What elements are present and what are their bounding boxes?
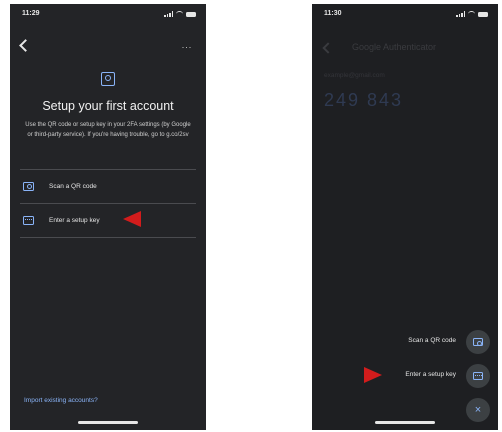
fab-scan-qr-label[interactable]: Scan a QR code bbox=[408, 337, 456, 344]
wifi-icon bbox=[176, 11, 183, 17]
divider bbox=[20, 203, 196, 204]
background-code: 249 843 bbox=[324, 90, 404, 110]
divider bbox=[20, 237, 196, 238]
screenshot-stage: 11:29 ··· Setup your first account Use t… bbox=[0, 0, 502, 432]
back-icon[interactable] bbox=[19, 39, 32, 52]
phone-screen-fab-menu: 11:30 Google Authenticator example@gmail… bbox=[312, 4, 498, 430]
divider bbox=[20, 169, 196, 170]
page-title: Setup your first account bbox=[42, 99, 174, 113]
keyboard-icon bbox=[473, 372, 483, 380]
home-indicator bbox=[375, 421, 435, 424]
enter-setup-key-label: Enter a setup key bbox=[49, 216, 100, 224]
close-icon: × bbox=[474, 404, 482, 416]
signal-icon bbox=[164, 11, 173, 17]
camera-icon bbox=[23, 181, 34, 191]
keyboard-icon bbox=[23, 215, 34, 225]
background-account: example@gmail.com bbox=[324, 72, 385, 79]
import-accounts-link[interactable]: Import existing accounts? bbox=[24, 397, 98, 404]
wifi-icon bbox=[468, 11, 475, 17]
enter-setup-key-option[interactable]: Enter a setup key bbox=[20, 205, 196, 235]
background-title: Google Authenticator bbox=[352, 42, 437, 52]
scan-qr-option[interactable]: Scan a QR code bbox=[20, 171, 196, 201]
scan-qr-label: Scan a QR code bbox=[49, 182, 97, 190]
signal-icon bbox=[456, 11, 465, 17]
red-arrow-annotation bbox=[123, 211, 141, 227]
authenticator-icon bbox=[101, 72, 115, 86]
camera-icon bbox=[473, 338, 483, 346]
battery-icon bbox=[478, 11, 488, 17]
fab-enter-key-button[interactable] bbox=[466, 364, 490, 388]
fab-enter-key-label[interactable]: Enter a setup key bbox=[405, 371, 456, 378]
home-indicator bbox=[78, 421, 138, 424]
red-arrow-annotation bbox=[364, 367, 382, 383]
status-bar: 11:29 bbox=[10, 10, 206, 22]
status-time: 11:30 bbox=[324, 10, 342, 17]
system-icons bbox=[164, 11, 196, 17]
system-icons bbox=[456, 11, 488, 17]
phone-screen-setup: 11:29 ··· Setup your first account Use t… bbox=[10, 4, 206, 430]
setup-description: Use the QR code or setup key in your 2FA… bbox=[25, 122, 191, 138]
fab-scan-qr-button[interactable] bbox=[466, 330, 490, 354]
close-menu-button[interactable]: × bbox=[466, 398, 490, 422]
status-time: 11:29 bbox=[22, 10, 40, 17]
status-bar: 11:30 bbox=[312, 10, 498, 22]
more-options-icon[interactable]: ··· bbox=[182, 42, 193, 52]
battery-icon bbox=[186, 11, 196, 17]
